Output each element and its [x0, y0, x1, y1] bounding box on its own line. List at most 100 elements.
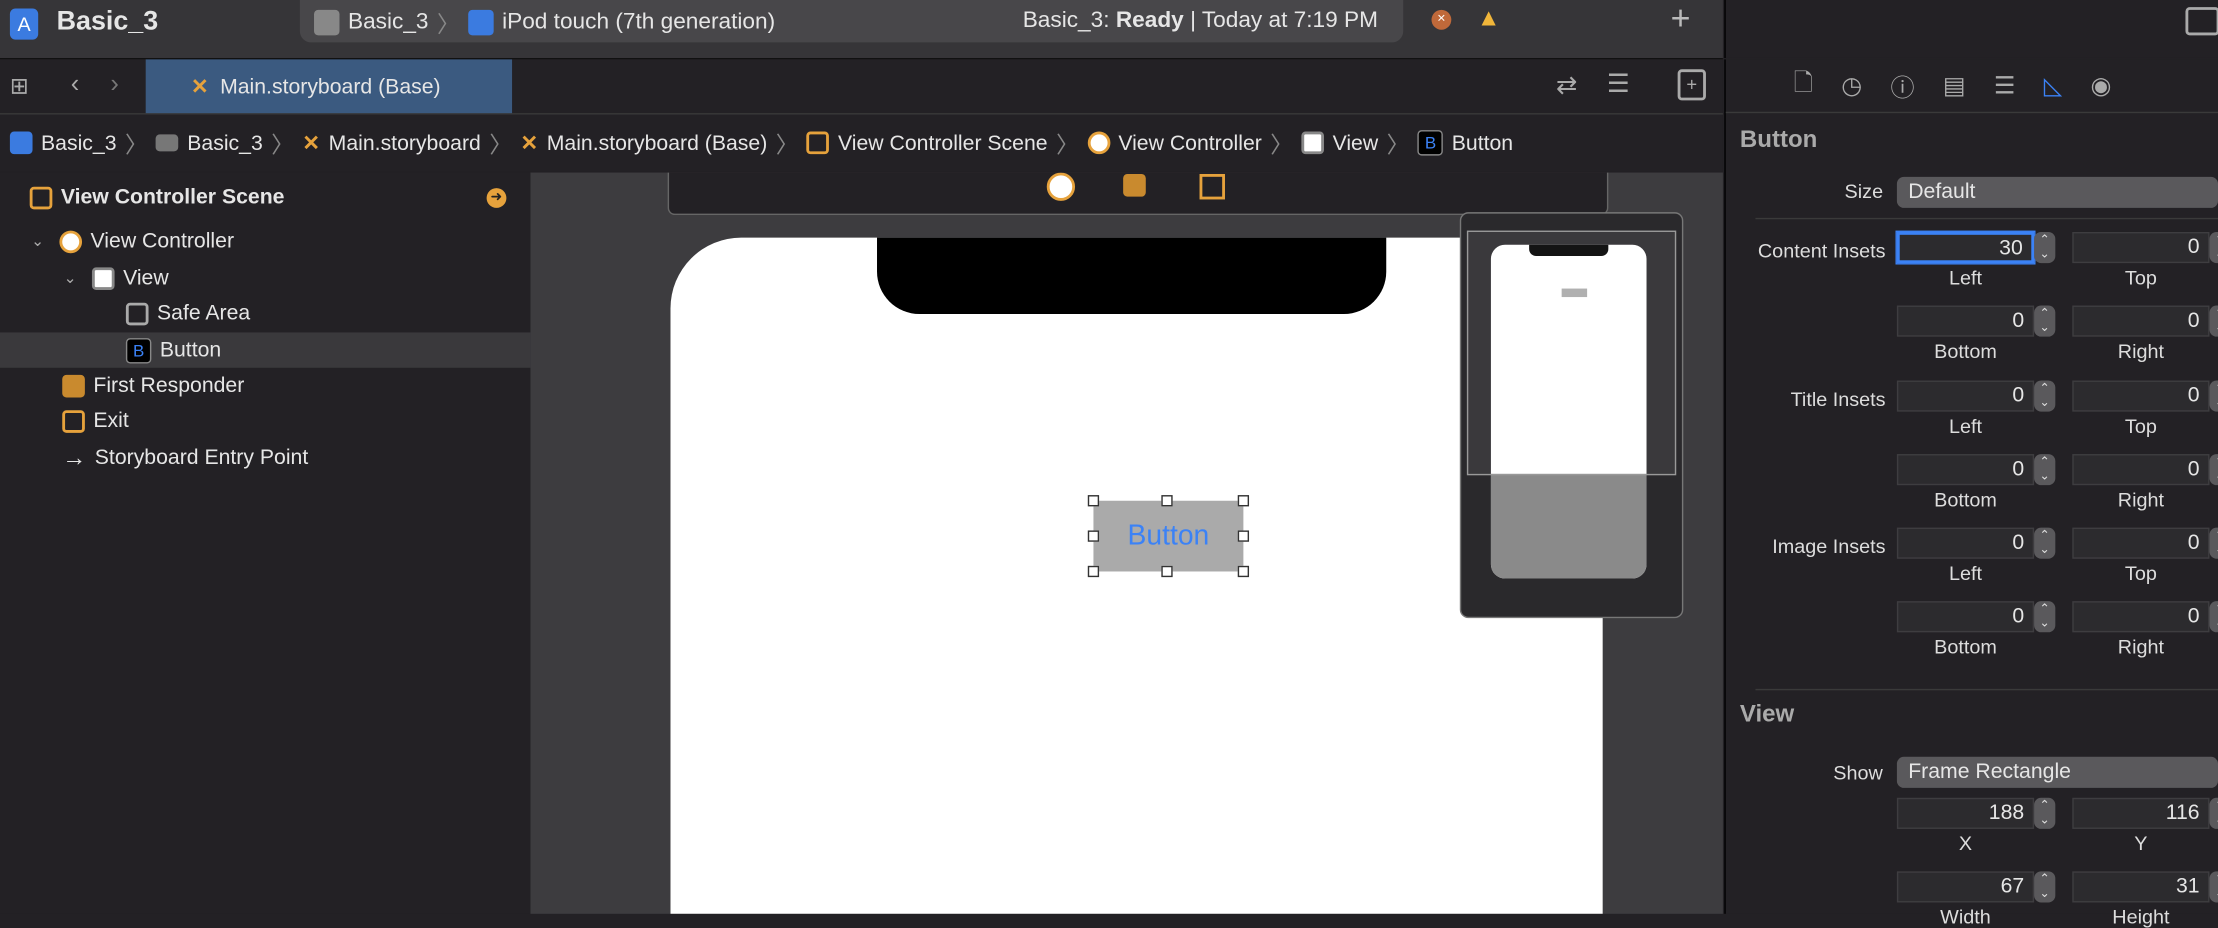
view-icon: [91, 266, 115, 290]
breadcrumb-item[interactable]: View Controller: [1118, 131, 1261, 155]
scheme-selector[interactable]: Basic_3 〉 iPod touch (7th generation): [314, 6, 775, 40]
outline-row-exit[interactable]: Exit: [0, 403, 530, 438]
identity-inspector-icon[interactable]: ▤: [1943, 71, 1966, 99]
x-stepper[interactable]: ⌃ ⌄: [2034, 797, 2056, 829]
build-status: Basic_3: Ready | Today at 7:19 PM: [1023, 8, 1378, 33]
tab-main-storyboard[interactable]: ✕ Main.storyboard (Base): [145, 59, 513, 114]
connections-inspector-icon[interactable]: ◉: [2091, 71, 2112, 99]
resize-handle[interactable]: [1087, 565, 1100, 578]
disclosure-icon[interactable]: ⌄: [64, 269, 92, 287]
y-stepper[interactable]: ⌃⌄: [2209, 797, 2218, 829]
inset-left-stepper[interactable]: ⌃ ⌄: [2034, 231, 2056, 264]
scene-arrow-icon[interactable]: ➜: [486, 187, 507, 208]
inset-bottom-label: Bottom: [1934, 487, 1997, 510]
x-field[interactable]: 188: [1896, 797, 2035, 829]
breadcrumb-item[interactable]: View: [1333, 131, 1379, 155]
inset-bottom-field[interactable]: 0: [1896, 305, 2035, 337]
back-button[interactable]: ‹: [71, 69, 79, 99]
error-icon[interactable]: ×: [1431, 9, 1452, 30]
inset-bottom-stepper[interactable]: ⌃ ⌄: [2034, 601, 2056, 633]
height-stepper[interactable]: ⌃⌄: [2209, 871, 2218, 903]
outline-row-entry-point[interactable]: → Storyboard Entry Point: [0, 440, 530, 475]
breadcrumb-item[interactable]: Main.storyboard (Base): [547, 131, 768, 155]
breadcrumb-item[interactable]: View Controller Scene: [838, 131, 1048, 155]
add-editor-icon[interactable]: +: [1677, 69, 1706, 101]
storyboard-canvas[interactable]: Button: [530, 172, 1723, 914]
history-inspector-icon[interactable]: ◷: [1841, 71, 1862, 99]
inset-bottom-stepper[interactable]: ⌃ ⌄: [2034, 305, 2056, 337]
inset-top-stepper[interactable]: ⌃⌄: [2209, 527, 2218, 559]
width-stepper[interactable]: ⌃ ⌄: [2034, 871, 2056, 903]
device-notch: [877, 237, 1387, 315]
storyboard-icon: ✕: [302, 131, 321, 156]
device-name[interactable]: iPod touch (7th generation): [502, 10, 775, 35]
first-responder-icon[interactable]: [1123, 173, 1146, 197]
inset-left-field[interactable]: 0: [1896, 527, 2035, 559]
inset-right-stepper[interactable]: ⌃⌄: [2209, 453, 2218, 485]
resize-handle[interactable]: [1161, 495, 1173, 507]
disclosure-icon[interactable]: ⌄: [31, 232, 59, 250]
inset-top-field[interactable]: 0: [2072, 527, 2210, 559]
safe-area-icon: [125, 302, 149, 325]
size-inspector-icon[interactable]: ◺: [2044, 71, 2062, 99]
inset-top-field[interactable]: 0: [2072, 379, 2210, 411]
show-popup[interactable]: Frame Rectangle: [1896, 756, 2218, 788]
breadcrumb-item[interactable]: Main.storyboard: [329, 131, 481, 155]
toggle-inspector-icon[interactable]: [2185, 7, 2218, 36]
inset-bottom-stepper[interactable]: ⌃ ⌄: [2034, 453, 2056, 485]
outline-row-first-responder[interactable]: First Responder: [0, 368, 530, 403]
outline-row-button[interactable]: B Button: [0, 332, 531, 368]
attributes-inspector-icon[interactable]: ☰: [1994, 71, 2016, 99]
inset-left-stepper[interactable]: ⌃ ⌄: [2034, 379, 2056, 411]
outline-row-view[interactable]: ⌄ View: [0, 260, 530, 295]
canvas-button[interactable]: Button: [1093, 500, 1244, 572]
inset-right-field[interactable]: 0: [2072, 305, 2210, 337]
view-controller-icon[interactable]: [1046, 172, 1076, 201]
breadcrumb-item[interactable]: Basic_3: [187, 131, 263, 155]
exit-icon: [62, 409, 85, 433]
forward-button[interactable]: ›: [110, 69, 118, 99]
inset-right-stepper[interactable]: ⌃⌄: [2209, 601, 2218, 633]
button-icon: B: [125, 337, 152, 363]
height-field[interactable]: 31: [2072, 871, 2210, 903]
related-items-icon[interactable]: ⊞: [10, 72, 29, 100]
outline-row-safe-area[interactable]: Safe Area: [0, 296, 530, 331]
editor-options-icon[interactable]: ☰: [1607, 69, 1630, 99]
adjust-editor-icon[interactable]: ⇄: [1556, 71, 1577, 101]
inset-right-stepper[interactable]: ⌃⌄: [2209, 305, 2218, 337]
y-field[interactable]: 116: [2072, 797, 2210, 829]
add-tab-icon[interactable]: +: [1671, 0, 1691, 40]
inset-top-label: Top: [2124, 561, 2157, 585]
size-popup[interactable]: Default: [1896, 176, 2218, 208]
inset-right-field[interactable]: 0: [2072, 601, 2210, 633]
help-inspector-icon[interactable]: ⓘ: [1891, 68, 1915, 103]
minimap[interactable]: [1459, 212, 1684, 619]
inset-right-field[interactable]: 0: [2072, 453, 2210, 485]
inset-top-field[interactable]: 0: [2072, 231, 2210, 264]
view-icon: [1301, 131, 1325, 155]
exit-icon[interactable]: [1199, 173, 1225, 200]
inset-top-stepper[interactable]: ⌃⌄: [2209, 379, 2218, 411]
resize-handle[interactable]: [1237, 530, 1250, 542]
resize-handle[interactable]: [1237, 495, 1250, 507]
resize-handle[interactable]: [1087, 495, 1100, 507]
inset-bottom-field[interactable]: 0: [1896, 601, 2035, 633]
outline-label: View Controller Scene: [60, 185, 285, 210]
breadcrumb-item[interactable]: Basic_3: [41, 131, 117, 155]
inset-left-field[interactable]: 30: [1896, 231, 2035, 264]
minimap-viewport[interactable]: [1466, 230, 1677, 476]
inset-left-field[interactable]: 0: [1896, 379, 2035, 411]
inset-top-stepper[interactable]: ⌃⌄: [2209, 231, 2218, 264]
warning-icon[interactable]: ▲: [1477, 4, 1501, 32]
inset-left-stepper[interactable]: ⌃ ⌄: [2034, 527, 2056, 559]
width-field[interactable]: 67: [1896, 871, 2035, 903]
scheme-name: Basic_3: [347, 9, 429, 34]
breadcrumb-item[interactable]: Button: [1452, 131, 1513, 155]
resize-handle[interactable]: [1087, 530, 1100, 542]
outline-row-view-controller[interactable]: ⌄ View Controller: [0, 223, 530, 258]
inset-bottom-field[interactable]: 0: [1896, 453, 2035, 485]
outline-row-scene[interactable]: View Controller Scene ➜: [0, 180, 530, 215]
resize-handle[interactable]: [1237, 565, 1250, 578]
resize-handle[interactable]: [1161, 565, 1173, 578]
file-inspector-icon[interactable]: 🗋: [1794, 65, 1813, 106]
